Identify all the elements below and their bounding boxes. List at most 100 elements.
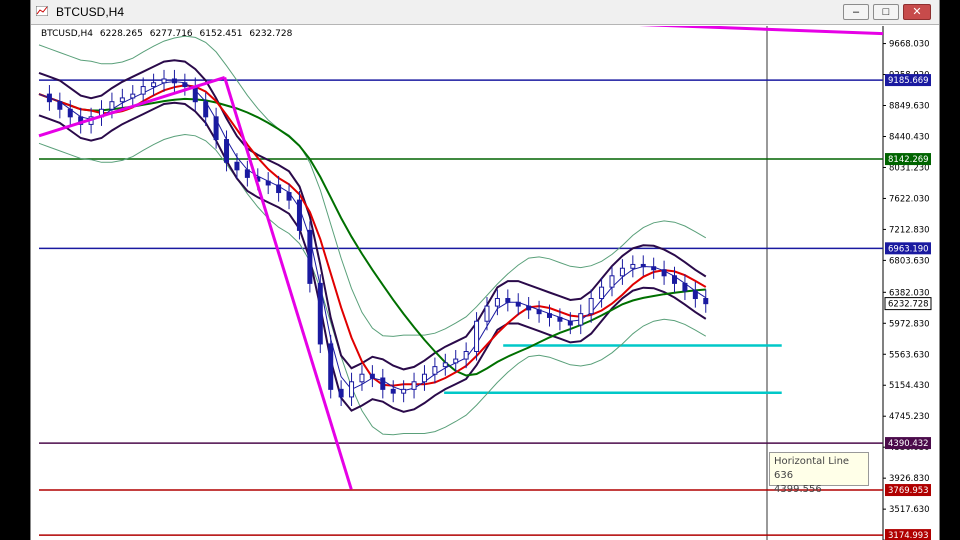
open-value: 6228.265 — [99, 29, 143, 39]
candle-body — [421, 373, 427, 383]
candle-body — [557, 316, 563, 322]
candle-body — [442, 362, 448, 368]
candle-body — [349, 381, 355, 398]
window-titlebar[interactable]: BTCUSD,H4 – □ ✕ — [31, 0, 939, 25]
chart-window: BTCUSD,H4 – □ ✕ 9668.0309258.9208849.630… — [30, 0, 940, 540]
price-axis-tick-label: 3926.830 — [889, 474, 930, 484]
candle-body — [140, 86, 146, 95]
price-axis-tick-label: 5154.430 — [889, 381, 930, 391]
price-axis-tick-label: 8440.430 — [889, 132, 930, 142]
price-axis-tick-label: 8849.630 — [889, 102, 930, 112]
candle-body — [276, 184, 282, 194]
chart-app-icon — [36, 6, 48, 16]
candle-body — [182, 82, 188, 88]
bollinger-lower-band — [38, 133, 707, 436]
candle-body — [536, 309, 542, 315]
candle-body — [599, 286, 605, 300]
minimize-button[interactable]: – — [843, 4, 869, 20]
tooltip-object-name: Horizontal Line 636 — [774, 456, 850, 481]
window-title: BTCUSD,H4 — [56, 5, 125, 19]
candle-body — [640, 263, 646, 268]
trend-line — [223, 77, 353, 490]
candle-body — [651, 266, 657, 271]
candle-body — [234, 161, 240, 171]
trend-line — [639, 26, 884, 36]
candle-body — [411, 381, 417, 390]
candle-body — [67, 108, 73, 118]
candle-body — [661, 269, 667, 277]
candle-body — [192, 86, 198, 103]
candle-body — [526, 305, 532, 311]
envelope-upper — [38, 59, 707, 371]
price-label-badge-text: 6963.190 — [888, 244, 929, 254]
price-label-badge-text: 4390.432 — [888, 439, 929, 449]
candle-body — [515, 301, 521, 307]
candle-body — [703, 298, 709, 305]
candle-body — [609, 275, 615, 288]
candle-body — [151, 82, 157, 88]
candle-body — [213, 116, 219, 141]
price-axis-tick-label: 6803.630 — [889, 256, 930, 266]
ohlc-info: BTCUSD,H4 6228.265 6277.716 6152.451 623… — [41, 29, 296, 39]
candle-body — [307, 229, 313, 284]
candle-body — [692, 290, 698, 300]
current-price-badge-text: 6232.728 — [888, 300, 929, 310]
candle-body — [286, 192, 292, 201]
close-button[interactable]: ✕ — [903, 4, 931, 20]
candle-body — [369, 373, 375, 379]
restore-button[interactable]: □ — [873, 4, 899, 20]
price-label-badge-text: 8142.269 — [888, 155, 929, 165]
candle-body — [619, 267, 625, 277]
candle-body — [328, 343, 334, 390]
candle-body — [546, 313, 552, 318]
candle-body — [494, 298, 500, 307]
candle-body — [224, 139, 230, 163]
low-value: 6152.451 — [199, 29, 243, 39]
candle-body — [474, 320, 480, 353]
price-chart[interactable]: 9668.0309258.9208849.6308440.4308031.230… — [31, 26, 939, 540]
candle-body — [338, 388, 344, 398]
candle-body — [161, 78, 167, 84]
candle-body — [505, 298, 511, 303]
high-value: 6277.716 — [149, 29, 193, 39]
candle-body — [401, 388, 407, 394]
moving-average-slow — [38, 93, 706, 377]
candle-body — [119, 97, 125, 103]
candle-body — [46, 93, 52, 103]
candle-body — [578, 313, 584, 326]
tooltip-object-value: 4399.556 — [774, 484, 822, 495]
price-label-badge-text: 9185.669 — [888, 76, 929, 86]
candle-body — [390, 388, 396, 394]
price-axis-tick-label: 5972.830 — [889, 319, 930, 329]
candle-body — [380, 377, 386, 390]
candle-body — [244, 169, 250, 178]
price-axis-tick-label: 7212.830 — [889, 225, 930, 235]
price-axis-tick-label: 7622.030 — [889, 194, 930, 204]
object-tooltip: Horizontal Line 636 4399.556 — [769, 452, 869, 495]
price-axis-tick-label: 9668.030 — [889, 40, 930, 50]
candle-body — [630, 263, 636, 269]
bollinger-upper-band — [38, 35, 707, 337]
candle-body — [484, 305, 490, 322]
candle-body — [171, 78, 177, 84]
symbol-label: BTCUSD,H4 — [41, 29, 94, 39]
candle-body — [432, 366, 438, 375]
price-axis-tick-label: 5563.630 — [889, 350, 930, 360]
price-axis-tick-label: 6382.030 — [889, 288, 930, 298]
price-label-badge-text: 3174.993 — [888, 531, 929, 540]
candle-body — [317, 282, 323, 345]
candle-body — [567, 320, 573, 326]
candle-body — [588, 298, 594, 315]
candle-body — [359, 373, 365, 383]
moving-average-medium — [38, 84, 707, 387]
candle-body — [203, 101, 209, 118]
price-axis-tick-label: 4745.230 — [889, 412, 930, 422]
price-axis-tick-label: 3517.630 — [889, 505, 930, 515]
candle-body — [453, 358, 459, 364]
price-label-badge-text: 3769.953 — [888, 486, 929, 496]
candle-body — [130, 93, 136, 99]
candle-body — [682, 282, 688, 292]
candle-body — [109, 101, 115, 110]
close-value: 6232.728 — [249, 29, 293, 39]
candle-body — [265, 180, 271, 186]
